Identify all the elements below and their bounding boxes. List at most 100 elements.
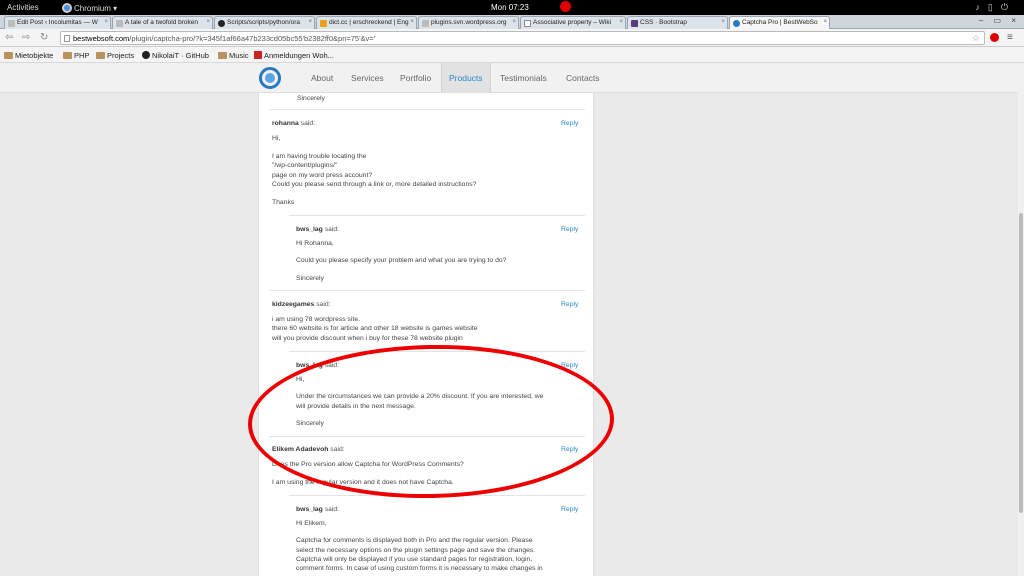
reload-icon[interactable]: ↻	[40, 32, 48, 43]
comment-author: rohanna said:	[272, 120, 315, 127]
bookmark-mietobjekte[interactable]: Mietobjekte	[4, 51, 53, 60]
comment-text: there 60 website is for article and othe…	[272, 325, 478, 332]
divider	[289, 215, 585, 216]
tab-captcha-pro[interactable]: Captcha Pro | BestWebSo ×	[729, 16, 830, 29]
bootstrap-icon	[631, 20, 638, 27]
tab-wikipedia[interactable]: Associative property – Wiki ×	[520, 16, 626, 29]
reply-link[interactable]: Reply	[561, 506, 578, 513]
close-tab-icon[interactable]: ×	[206, 19, 210, 25]
said-label: said:	[324, 362, 340, 369]
nav-portfolio[interactable]: Portfolio	[400, 73, 431, 83]
comment-text: Hi,	[296, 376, 305, 383]
comment-text: Hi Elikem,	[296, 520, 327, 527]
tab-plugins-svn[interactable]: plugins.svn.wordpress.org ×	[418, 16, 519, 29]
bookmark-star-icon[interactable]: ☆	[972, 33, 980, 44]
favicon-icon	[116, 20, 123, 27]
author-name: rohanna	[272, 120, 299, 127]
tab-bootstrap[interactable]: CSS · Bootstrap ×	[627, 16, 728, 29]
folder-icon	[63, 52, 72, 59]
close-tab-icon[interactable]: ×	[512, 19, 516, 25]
bookmark-projects[interactable]: Projects	[96, 51, 134, 60]
db-icon	[254, 51, 262, 59]
menu-icon[interactable]: ≡	[1007, 32, 1013, 43]
said-label: said:	[330, 446, 345, 453]
tab-github-scripts[interactable]: Scripts/scripts/python/ora ×	[214, 16, 315, 29]
folder-icon	[96, 52, 105, 59]
author-name: bws_lag	[296, 226, 323, 233]
said-label: said:	[324, 506, 340, 513]
comment-text: Captcha for comments is displayed both i…	[296, 537, 533, 544]
divider	[269, 290, 585, 291]
reply-link[interactable]: Reply	[561, 362, 578, 369]
app-menu[interactable]: Chromium ▾	[62, 3, 117, 13]
bookmark-anmeldungen[interactable]: Anmeldungen Woh...	[254, 51, 334, 60]
browser-toolbar: ⇦ ⇨ ↻ bestwebsoft.com/plugin/captcha-pro…	[0, 29, 1024, 47]
extension-icon[interactable]	[990, 33, 999, 42]
reply-link[interactable]: Reply	[561, 446, 578, 453]
tab-title: dict.cc | erschreckend | Eng	[329, 19, 409, 26]
bookmark-php[interactable]: PHP	[63, 51, 89, 60]
scrollbar-thumb[interactable]	[1019, 213, 1023, 513]
favicon-icon	[8, 20, 15, 27]
address-bar[interactable]: bestwebsoft.com/plugin/captcha-pro/?k=34…	[60, 31, 985, 45]
comment-text: "/wp-content/plugins/"	[272, 162, 338, 169]
forward-icon[interactable]: ⇨	[22, 32, 30, 43]
github-icon	[218, 20, 225, 27]
tab-title: Edit Post ‹ Incolumitas — W	[17, 19, 98, 26]
tab-title: CSS · Bootstrap	[640, 19, 687, 26]
reply-link[interactable]: Reply	[561, 226, 578, 233]
divider	[269, 436, 585, 437]
comment-author: bws_lag said:	[296, 362, 339, 369]
bestwebsoft-icon	[733, 20, 740, 27]
bookmark-label: Projects	[107, 51, 135, 60]
close-tab-icon[interactable]: ×	[410, 19, 414, 25]
comment-author: bws_lag said:	[296, 506, 339, 513]
clock[interactable]: Mon 07:23	[491, 3, 529, 12]
dictcc-icon	[320, 20, 327, 27]
bookmark-music[interactable]: Music	[218, 51, 249, 60]
tab-title: plugins.svn.wordpress.org	[431, 19, 507, 26]
comments-section: Sincerely rohanna said: Reply Hi, I am h…	[258, 93, 594, 576]
nav-about[interactable]: About	[311, 73, 333, 83]
close-tab-icon[interactable]: ×	[619, 19, 623, 25]
tab-edit-post[interactable]: Edit Post ‹ Incolumitas — W ×	[4, 16, 111, 29]
close-tab-icon[interactable]: ×	[823, 19, 827, 25]
comment-text: Could you please send through a link or,…	[272, 181, 477, 188]
author-name: Elikem Adadevoh	[272, 446, 329, 453]
said-label: said:	[300, 120, 316, 127]
nav-contacts[interactable]: Contacts	[566, 73, 600, 83]
site-navigation: About Services Portfolio Products Testim…	[0, 63, 1018, 93]
close-tab-icon[interactable]: ×	[721, 19, 725, 25]
bookmark-github[interactable]: NikolaiT · GitHub	[142, 51, 209, 60]
comment-text: I am having trouble locating the	[272, 153, 367, 160]
comment-author: kidzeegames said:	[272, 301, 331, 308]
nav-testimonials[interactable]: Testimonials	[500, 73, 547, 83]
bookmark-label: Anmeldungen Woh...	[264, 51, 334, 60]
back-icon[interactable]: ⇦	[5, 32, 13, 43]
reply-link[interactable]: Reply	[561, 120, 578, 127]
bookmark-label: Music	[229, 51, 249, 60]
nav-products[interactable]: Products	[449, 73, 483, 83]
comment-text: comment forms. In case of using custom f…	[296, 565, 543, 572]
nav-services[interactable]: Services	[351, 73, 384, 83]
tab-twofold[interactable]: A tale of a twofold broken ×	[112, 16, 213, 29]
reply-link[interactable]: Reply	[561, 301, 578, 308]
page-icon	[64, 35, 70, 42]
comment-text: Captcha will only be displayed if you us…	[296, 556, 533, 563]
bestwebsoft-logo[interactable]	[259, 67, 281, 89]
window-controls[interactable]: – ▭ ×	[979, 16, 1020, 25]
page-scrollbar[interactable]	[1018, 63, 1024, 576]
url-host: bestwebsoft.com	[73, 34, 130, 43]
comment-text: will you provide discount when i buy for…	[272, 335, 463, 342]
comment-text: Hi Rohanna,	[296, 240, 334, 247]
bookmark-label: NikolaiT · GitHub	[152, 51, 209, 60]
close-tab-icon[interactable]: ×	[308, 19, 312, 25]
system-status-icons[interactable]: ♪▯⏻	[975, 2, 1016, 13]
comment-text: Does the Pro version allow Captcha for W…	[272, 461, 464, 468]
tab-dictcc[interactable]: dict.cc | erschreckend | Eng ×	[316, 16, 417, 29]
comment-text: Sincerely	[296, 420, 324, 427]
close-tab-icon[interactable]: ×	[104, 19, 108, 25]
comment-text: I am using the regular version and it do…	[272, 479, 454, 486]
tab-title: A tale of a twofold broken	[125, 19, 198, 26]
activities-button[interactable]: Activities	[7, 3, 39, 12]
